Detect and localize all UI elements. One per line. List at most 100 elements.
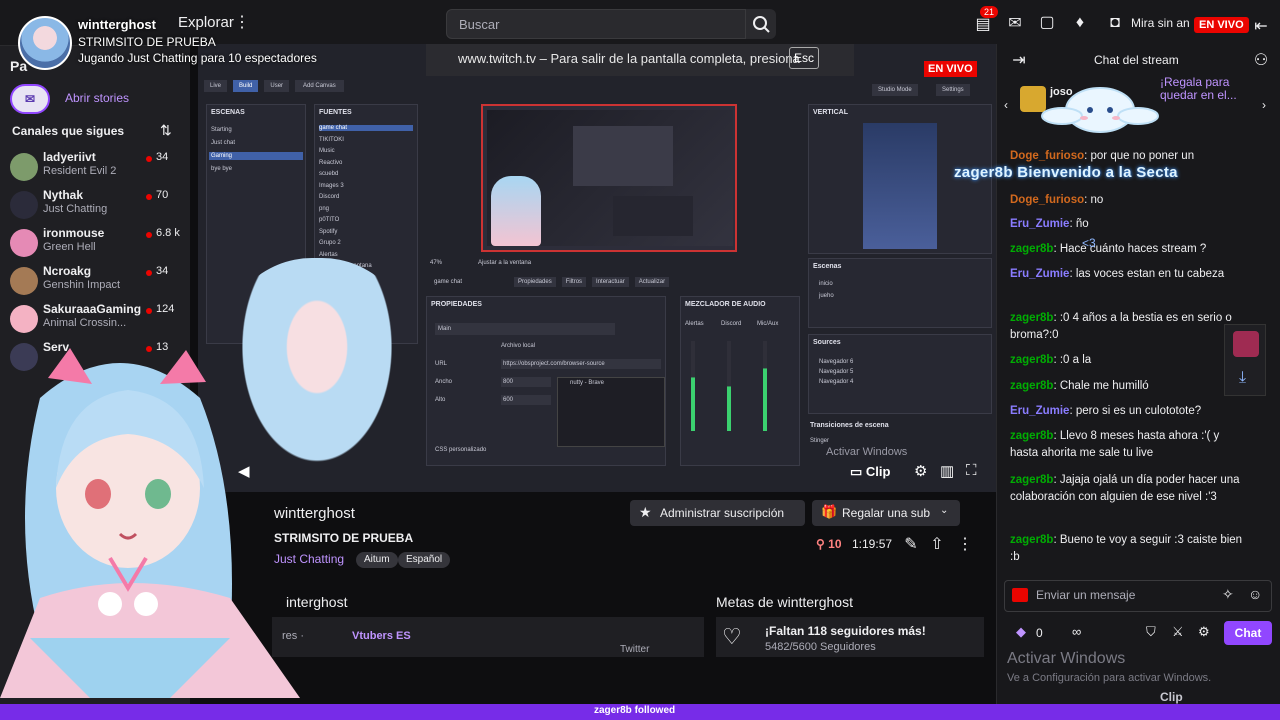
obs-props-title: Main	[435, 323, 615, 335]
mixer-meter	[763, 341, 767, 431]
team-link[interactable]: Vtubers ES	[352, 630, 411, 642]
goal-title: ¡Faltan 118 seguidores más!	[765, 624, 926, 638]
search-input[interactable]: Buscar	[446, 9, 746, 39]
sidebar-channel[interactable]: ladyeriivt Resident Evil 2 34	[10, 150, 182, 186]
chat-username[interactable]: zager8b	[1010, 354, 1053, 366]
crown-icon[interactable]: ♦	[1069, 12, 1091, 34]
chat-message: zager8b: Llevo 8 meses hasta ahora :'( y…	[1010, 428, 1250, 462]
edit-icon[interactable]: ✎	[900, 534, 922, 556]
clip-button[interactable]: ▭ Clip	[850, 464, 890, 480]
live-dot	[146, 308, 152, 314]
infinity-icon[interactable]: ∞	[1072, 624, 1081, 639]
share-icon[interactable]: ⇧	[926, 534, 948, 556]
viewer-count-value: 10	[828, 537, 842, 551]
more-options-icon[interactable]: ⋮	[954, 534, 976, 556]
obs-source-item: Discord	[319, 194, 340, 200]
twitter-link[interactable]: Twitter	[620, 644, 649, 655]
chat-text: :0 a la	[1059, 354, 1092, 366]
preview-avatar	[491, 176, 541, 246]
obs-transitions-header: Transiciones de escena	[810, 422, 889, 429]
theatre-mode-icon[interactable]: ▥	[940, 462, 954, 480]
tag[interactable]: Aitum	[356, 552, 398, 568]
obs-mixer-panel: MEZCLADOR DE AUDIO Alertas Discord Mic/A…	[680, 296, 800, 466]
chevron-down-icon: ⌄	[940, 505, 949, 516]
mail-icon[interactable]: ✉	[1004, 13, 1026, 35]
shield-icon[interactable]: ⛉	[1146, 624, 1156, 640]
chevron-left-icon[interactable]: ‹	[1004, 98, 1008, 112]
channel-avatar	[10, 191, 38, 219]
sword-icon[interactable]: ⚔	[1172, 624, 1184, 640]
channel-viewers: 34	[156, 265, 169, 277]
obs-width-label: Ancho	[435, 379, 453, 385]
collapse-chat-icon[interactable]: ⇥	[1008, 50, 1030, 72]
sidebar-channel[interactable]: SakuraaaGaming Animal Crossin... 124	[10, 302, 182, 338]
emote-icon[interactable]: ☺	[1248, 586, 1262, 602]
bits-icon[interactable]	[1012, 588, 1028, 602]
streamer-avatar[interactable]	[18, 16, 72, 70]
stories-button[interactable]: ✉ Abrir stories	[10, 84, 180, 114]
chat-username[interactable]: Eru_Zumie	[1010, 405, 1069, 417]
obs-scenes-header: ESCENAS	[211, 109, 245, 116]
chat-username[interactable]: Eru_Zumie	[1010, 218, 1069, 230]
tag[interactable]: Español	[398, 552, 451, 568]
esc-key: Esc	[789, 47, 820, 69]
more-icon[interactable]: ⋮	[231, 12, 253, 34]
chat-username[interactable]: zager8b	[1010, 430, 1053, 442]
chat-username[interactable]: Doge_furioso	[1010, 150, 1084, 162]
chevron-right-icon[interactable]: ›	[1262, 98, 1266, 112]
chat-username[interactable]: zager8b	[1010, 243, 1053, 255]
obs-studio-mode: Studio Mode	[872, 84, 918, 96]
exit-icon[interactable]: ⇤	[1250, 16, 1272, 38]
search-button[interactable]	[746, 9, 776, 39]
chat-username[interactable]: zager8b	[1010, 380, 1053, 392]
sparkle-icon[interactable]: ✧	[1222, 586, 1234, 603]
chat-username[interactable]: Doge_furioso	[1010, 194, 1084, 206]
fullscreen-icon[interactable]: ⛶	[966, 462, 977, 479]
users-icon[interactable]: ⚇	[1250, 50, 1272, 72]
goal-value: 5482/5600 Seguidores	[765, 641, 876, 653]
brave-title: nutty - Brave	[570, 380, 605, 386]
whisper-icon[interactable]: ▢	[1036, 12, 1058, 34]
chat-username[interactable]: Eru_Zumie	[1010, 268, 1069, 280]
side-widget[interactable]: ⤓	[1224, 324, 1266, 396]
gift-cta[interactable]: ¡Regala para quedar en el...	[1160, 76, 1256, 102]
obs-activate-windows: Activar Windows	[826, 446, 908, 458]
chat-username[interactable]: zager8b	[1010, 474, 1053, 486]
obs-top-tabs: Live Build User Add Canvas	[204, 80, 344, 92]
obs-scene-item: bye bye	[211, 166, 233, 172]
sidebar-channel[interactable]: ironmouse Green Hell 6.8 k	[10, 226, 182, 262]
widget-icon	[1233, 331, 1259, 357]
chat-username[interactable]: zager8b	[1010, 312, 1053, 324]
cinnamoroll-sticker	[1041, 87, 1159, 133]
obs-escena-item: jueho	[819, 293, 834, 299]
chat-text: no	[1090, 194, 1104, 206]
manage-subscription-button[interactable]: ★ Administrar suscripción	[630, 500, 805, 526]
person-icon: ⚲	[816, 537, 825, 551]
channel-name: Ncroakg	[43, 264, 92, 278]
obs-url-value: https://obsproject.com/browser-source	[501, 359, 661, 369]
chat-username[interactable]: zager8b	[1010, 534, 1053, 546]
ad-free-link[interactable]: Mira sin an	[1131, 16, 1190, 30]
sidebar-channel[interactable]: Ncroakg Genshin Impact 34	[10, 264, 182, 300]
channel-points-icon[interactable]: ◆	[1016, 624, 1026, 640]
gift-sub-button[interactable]: 🎁 Regalar una sub ⌄	[812, 500, 960, 526]
obs-tab-user: User	[264, 80, 290, 92]
heart-icon: ♡	[722, 624, 742, 649]
chat-settings-icon[interactable]: ⚙	[1198, 624, 1210, 640]
obs-toolbar-item: Filtros	[561, 277, 587, 287]
search-icon	[753, 16, 770, 33]
channel-game: Genshin Impact	[43, 279, 121, 291]
obs-source-item: Images 3	[319, 182, 344, 189]
obs-escena-item: inicio	[819, 281, 833, 287]
sort-icon[interactable]: ⇅	[160, 122, 172, 139]
channel-points: 0	[1036, 626, 1043, 640]
explorar-link[interactable]: Explorar	[178, 14, 234, 31]
channel-game: Animal Crossin...	[43, 317, 127, 329]
prime-icon[interactable]: ◘	[1104, 12, 1126, 34]
manage-subscription-label: Administrar suscripción	[660, 506, 785, 520]
sidebar-channel[interactable]: Nythak Just Chatting 70	[10, 188, 182, 224]
channel-avatar	[10, 229, 38, 257]
star-icon: ★	[639, 504, 652, 520]
chat-send-button[interactable]: Chat	[1224, 621, 1272, 645]
settings-icon[interactable]: ⚙	[914, 462, 927, 480]
